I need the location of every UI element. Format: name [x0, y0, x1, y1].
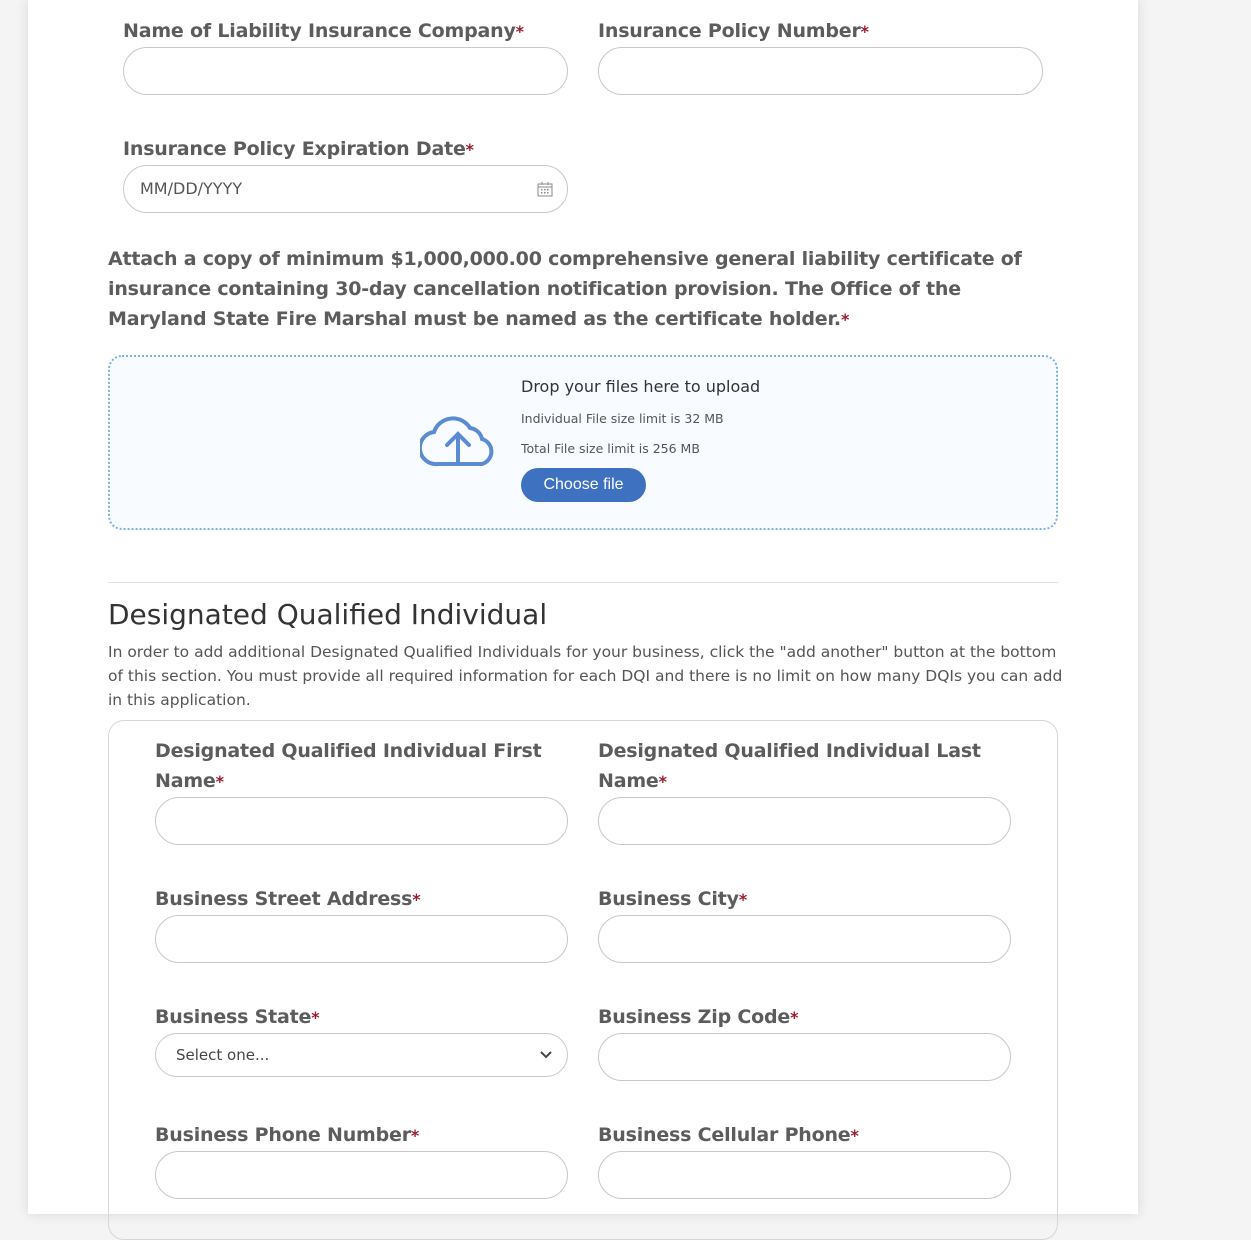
last-name-label: Designated Qualified Individual Last Nam… — [598, 740, 981, 792]
company-input[interactable] — [123, 47, 568, 95]
city-label: Business City* — [598, 888, 747, 910]
state-select[interactable]: Select one... — [155, 1033, 568, 1077]
expiration-label: Insurance Policy Expiration Date* — [123, 138, 474, 160]
section-description: In order to add additional Designated Qu… — [108, 643, 1063, 709]
calendar-icon[interactable] — [537, 181, 553, 197]
individual-limit: Individual File size limit is 32 MB — [521, 411, 724, 426]
dqi-group: Designated Qualified Individual First Na… — [108, 720, 1058, 1240]
cell-input[interactable] — [598, 1151, 1011, 1199]
street-input[interactable] — [155, 915, 568, 963]
first-name-label: Designated Qualified Individual First Na… — [155, 740, 542, 792]
date-placeholder: MM/DD/YYYY — [140, 179, 243, 198]
attachment-instructions: Attach a copy of minimum $1,000,000.00 c… — [108, 248, 1022, 330]
street-label: Business Street Address* — [155, 888, 421, 910]
last-name-input[interactable] — [598, 797, 1011, 845]
section-title: Designated Qualified Individual — [108, 598, 548, 631]
state-selected-value: Select one... — [176, 1046, 270, 1064]
cell-label: Business Cellular Phone* — [598, 1124, 859, 1146]
drop-title: Drop your files here to upload — [521, 377, 761, 396]
phone-input[interactable] — [155, 1151, 568, 1199]
zip-input[interactable] — [598, 1033, 1011, 1081]
state-label: Business State* — [155, 1006, 320, 1028]
section-divider — [108, 582, 1058, 583]
company-label: Name of Liability Insurance Company* — [123, 20, 524, 42]
total-limit: Total File size limit is 256 MB — [521, 441, 700, 456]
choose-file-button[interactable]: Choose file — [521, 468, 646, 502]
first-name-input[interactable] — [155, 797, 568, 845]
expiration-date-input[interactable]: MM/DD/YYYY — [123, 165, 568, 213]
city-input[interactable] — [598, 915, 1011, 963]
form-card: Name of Liability Insurance Company* Ins… — [28, 0, 1138, 1240]
zip-label: Business Zip Code* — [598, 1006, 799, 1028]
cloud-upload-icon — [420, 416, 494, 467]
file-dropzone[interactable]: Drop your files here to upload Individua… — [108, 355, 1058, 530]
policy-input[interactable] — [598, 47, 1043, 95]
policy-label: Insurance Policy Number* — [598, 20, 869, 42]
chevron-down-icon — [540, 1051, 552, 1059]
phone-label: Business Phone Number* — [155, 1124, 420, 1146]
